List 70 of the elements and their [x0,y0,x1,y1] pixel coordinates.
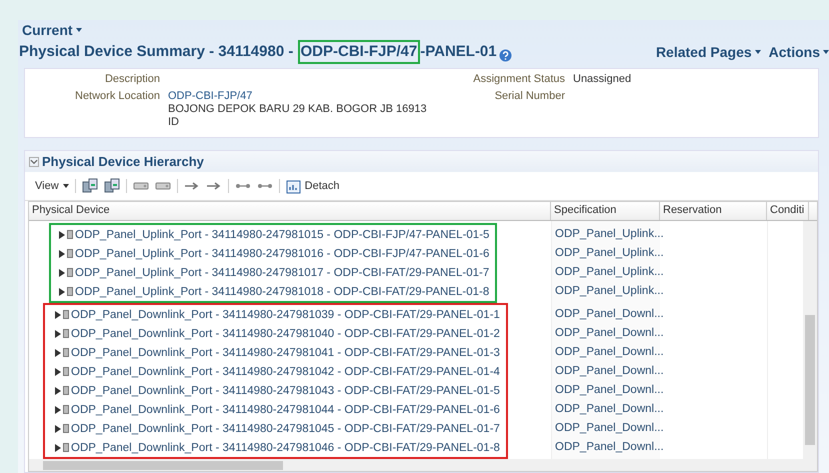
field-label: Assignment Status [472,73,565,85]
caret-icon [76,28,82,32]
expand-icon[interactable] [59,230,65,238]
device-link[interactable]: ODP_Panel_Downlink_Port - 34114980-247981043 - ODP-CBI-FAT/29-PANEL-01-5 [71,384,500,396]
device-link[interactable]: ODP_Panel_Downlink_Port - 34114980-247981044 - ODP-CBI-FAT/29-PANEL-01-6 [71,404,500,416]
help-icon[interactable] [498,48,512,62]
header-menu[interactable]: Related Pages [656,44,761,60]
port-icon [63,386,69,395]
column-header[interactable]: Conditi [767,202,809,220]
expand-icon[interactable] [59,250,65,258]
port-icon [67,230,73,239]
port-icon [63,367,69,376]
port-icon [67,249,73,258]
device-link[interactable]: ODP_Panel_Uplink_Port - 34114980-247981016 - ODP-CBI-FJP/47-PANEL-01-6 [75,248,490,260]
tree-expand-icon[interactable] [104,178,120,194]
port-icon [63,329,69,338]
link-icon[interactable] [256,181,273,191]
tree-expand-icon[interactable] [82,178,98,194]
port-icon [63,424,69,433]
expand-icon[interactable] [59,288,65,296]
scrollbar[interactable] [803,221,817,459]
chart-icon [286,178,301,194]
caret-icon [62,184,69,188]
device-link[interactable]: ODP_Panel_Uplink_Port - 34114980-247981015 - ODP-CBI-FJP/47-PANEL-01-5 [75,228,490,240]
expand-icon[interactable] [55,368,61,376]
link-icon[interactable] [234,181,251,191]
detach-button[interactable]: Detach [286,178,340,194]
collapse-toggle[interactable] [29,156,39,166]
field-label: Network Location [74,90,160,104]
device-link[interactable]: ODP_Panel_Uplink_Port - 34114980-247981018 - ODP-CBI-FAT/29-PANEL-01-8 [75,286,490,298]
section-title: Physical Device Hierarchy [42,154,204,169]
device-link[interactable]: ODP_Panel_Downlink_Port - 34114980-247981042 - ODP-CBI-FAT/29-PANEL-01-4 [71,366,500,378]
expand-icon[interactable] [55,386,61,394]
view-menu[interactable]: View [35,180,69,192]
field-value: ID [168,116,180,128]
device-link[interactable]: ODP_Panel_Downlink_Port - 34114980-247981045 - ODP-CBI-FAT/29-PANEL-01-7 [71,422,500,434]
device-link[interactable]: ODP_Panel_Downlink_Port - 34114980-247981039 - ODP-CBI-FAT/29-PANEL-01-1 [71,308,500,320]
expand-icon[interactable] [55,424,61,432]
field-label: Description [104,73,160,85]
current-menu[interactable]: Current [22,22,82,38]
expand-icon[interactable] [55,348,61,356]
arrow-right-icon[interactable] [184,181,200,191]
port-icon [63,405,69,414]
column-header[interactable]: Physical Device [29,202,551,220]
device-link[interactable]: ODP_Panel_Downlink_Port - 34114980-247981041 - ODP-CBI-FAT/29-PANEL-01-3 [71,346,500,358]
port-icon [63,348,69,357]
expand-icon[interactable] [55,310,61,318]
port-icon [67,287,73,296]
field-label: Serial Number [494,90,565,102]
device-link[interactable]: ODP_Panel_Uplink_Port - 34114980-247981017 - ODP-CBI-FAT/29-PANEL-01-7 [75,266,490,278]
expand-icon[interactable] [59,268,65,276]
arrow-right-icon[interactable] [206,181,222,191]
device-link[interactable]: ODP_Panel_Downlink_Port - 34114980-247981046 - ODP-CBI-FAT/29-PANEL-01-8 [71,442,500,454]
caret-icon [754,50,761,54]
column-header[interactable]: Reservation [660,202,767,220]
port-icon [63,443,69,452]
port-icon [67,268,73,277]
location-link[interactable]: ODP-CBI-FJP/47 [168,90,427,102]
device-link[interactable]: ODP_Panel_Downlink_Port - 34114980-247981040 - ODP-CBI-FAT/29-PANEL-01-2 [71,328,500,340]
column-header[interactable]: Specification [551,202,660,220]
expand-icon[interactable] [55,406,61,414]
page-title: Physical Device Summary - 34114980 - ODP-CBI-FJP/47 -PANEL-01 [19,40,497,64]
header-menu[interactable]: Actions [768,44,829,60]
field-value: BOJONG DEPOK BARU 29 KAB. BOGOR JB 16913 [168,103,427,115]
expand-icon[interactable] [55,330,61,338]
scrollbar[interactable] [29,459,817,471]
port-icon [63,310,69,319]
field-value: Unassigned [573,73,632,85]
expand-icon[interactable] [55,444,61,452]
caret-icon [823,50,829,54]
